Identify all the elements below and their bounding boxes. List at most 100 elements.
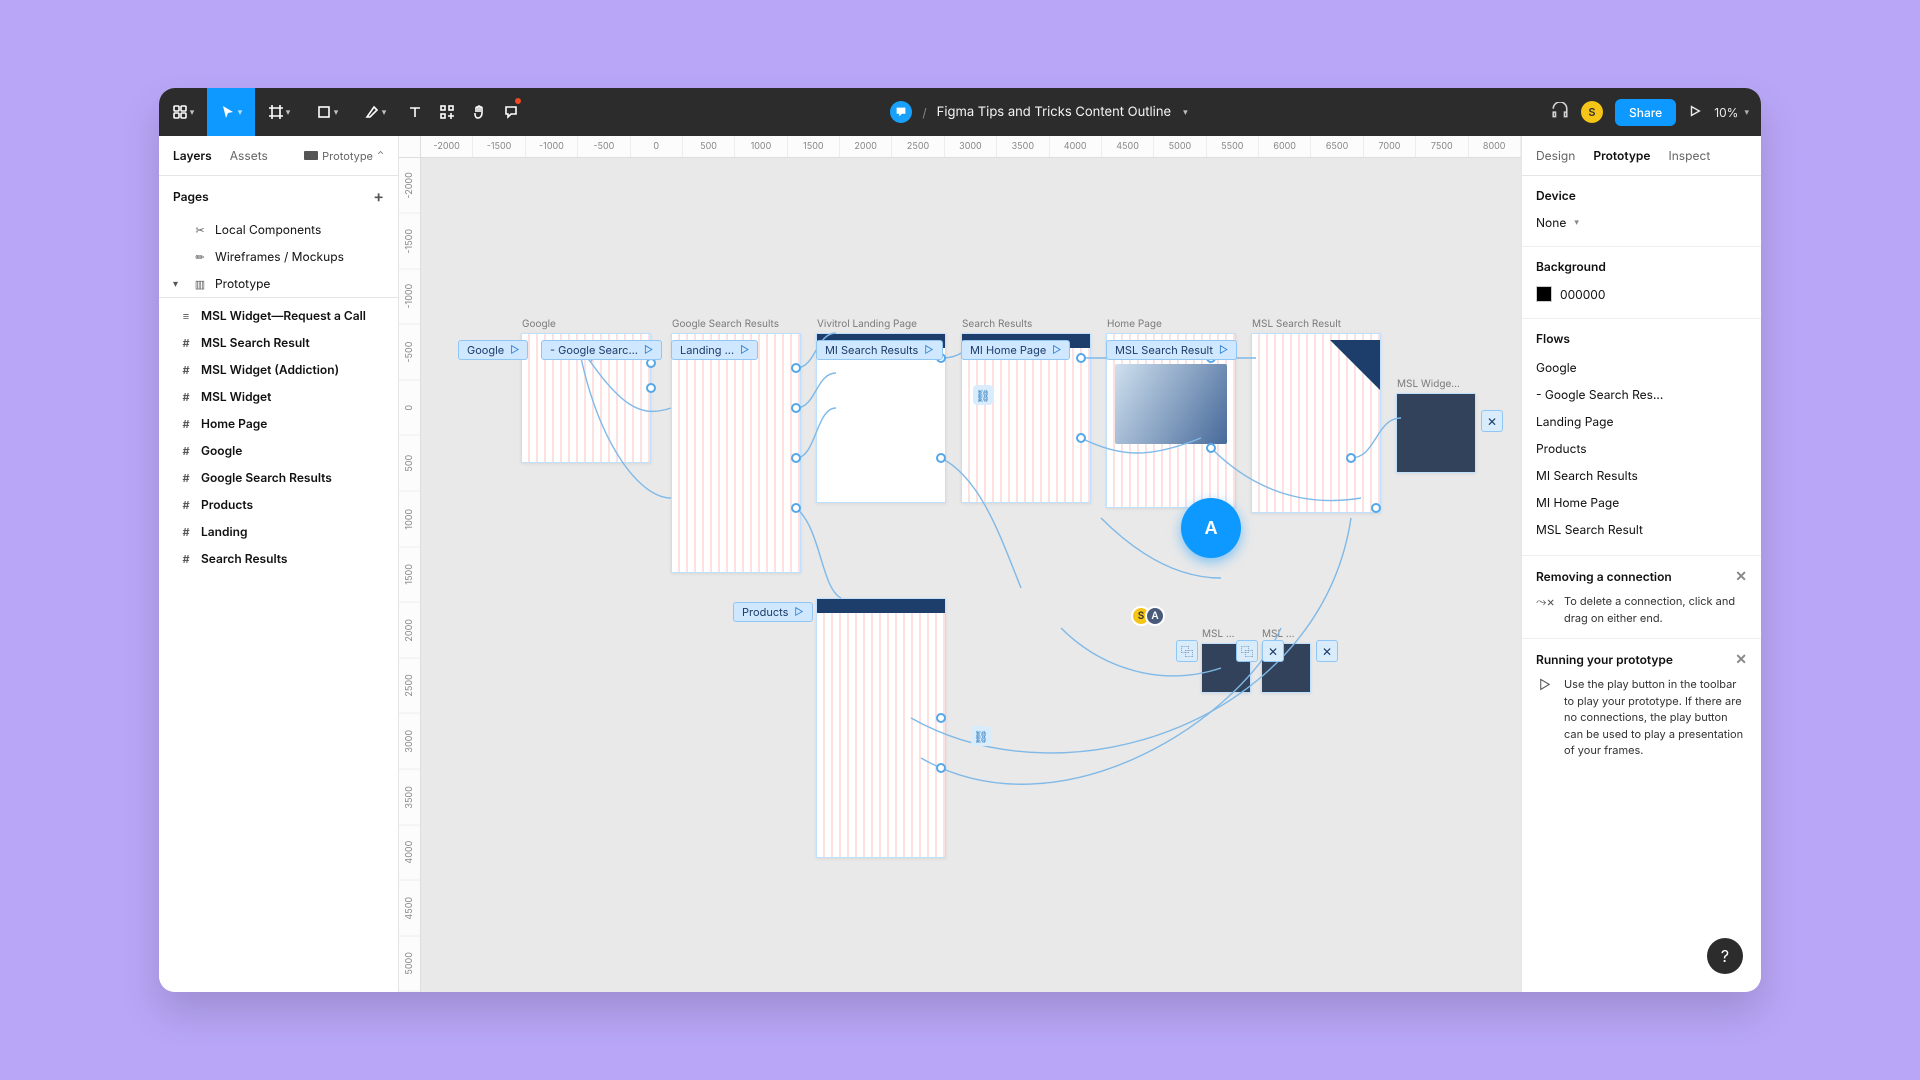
- tab-assets[interactable]: Assets: [230, 148, 268, 163]
- top-toolbar: ▾ ▾ ▾ ▾ ▾: [159, 88, 1761, 136]
- play-icon: ▷: [740, 344, 749, 356]
- play-icon: ▷: [1052, 344, 1061, 356]
- flow-start-google[interactable]: Google▷: [458, 340, 528, 360]
- layer-item[interactable]: #MSL Search Result: [159, 329, 398, 356]
- frame-icon: #: [179, 444, 193, 458]
- canvas-area[interactable]: -2000-1500-1000-500050010001500200025003…: [399, 136, 1521, 992]
- connection-node[interactable]: [936, 713, 946, 723]
- page-item-selected[interactable]: ▾ ▥ Prototype: [159, 270, 398, 297]
- connection-node[interactable]: [791, 403, 801, 413]
- frame-icon: #: [179, 552, 193, 566]
- play-icon: ▷: [794, 606, 803, 618]
- connection-node[interactable]: [1076, 433, 1086, 443]
- connection-node[interactable]: [646, 383, 656, 393]
- link-badge-icon[interactable]: ⛓: [971, 726, 991, 746]
- drag-icon: ⤳×: [1536, 593, 1554, 626]
- add-page-button[interactable]: +: [373, 186, 384, 206]
- flow-item[interactable]: MSL Search Result: [1536, 516, 1747, 543]
- comment-tool-button[interactable]: [495, 88, 527, 136]
- page-item[interactable]: ✏ Wireframes / Mockups: [159, 243, 398, 270]
- zoom-control[interactable]: 10% ▾: [1714, 105, 1749, 120]
- team-icon[interactable]: [890, 101, 912, 123]
- flow-start-misr[interactable]: MI Search Results▷: [816, 340, 943, 360]
- flow-item[interactable]: - Google Search Res...: [1536, 381, 1747, 408]
- resources-tool-button[interactable]: [431, 88, 463, 136]
- flow-item[interactable]: Landing Page: [1536, 408, 1747, 435]
- close-tip-button[interactable]: ✕: [1735, 651, 1747, 668]
- connection-node[interactable]: [1371, 503, 1381, 513]
- page-item-label: Prototype: [215, 276, 270, 291]
- pencil-icon: ✏: [193, 250, 207, 264]
- flow-start-products[interactable]: Products▷: [733, 602, 813, 622]
- layer-item[interactable]: #MSL Widget (Addiction): [159, 356, 398, 383]
- connection-node[interactable]: [791, 453, 801, 463]
- close-button[interactable]: ✕: [1481, 410, 1503, 432]
- tab-prototype[interactable]: Prototype: [1593, 148, 1650, 163]
- close-button[interactable]: ✕: [1316, 640, 1338, 662]
- shape-tool-button[interactable]: ▾: [303, 88, 351, 136]
- selection-toolbar: ⿻ ✕: [1236, 640, 1284, 662]
- connection-node[interactable]: [791, 363, 801, 373]
- selection-toolbar: ⿻: [1176, 640, 1198, 662]
- background-color-picker[interactable]: 000000: [1536, 282, 1747, 306]
- scissors-icon: ✂: [193, 223, 207, 237]
- close-button[interactable]: ✕: [1262, 640, 1284, 662]
- connection-node[interactable]: [1076, 353, 1086, 363]
- connection-node[interactable]: [936, 763, 946, 773]
- prototype-page-icon: [304, 151, 318, 160]
- flow-start-mslsr[interactable]: MSL Search Result▷: [1106, 340, 1237, 360]
- color-swatch: [1536, 286, 1552, 302]
- chevron-down-icon[interactable]: ▾: [1183, 107, 1188, 118]
- connection-node[interactable]: [1206, 443, 1216, 453]
- move-tool-button[interactable]: ▾: [207, 88, 255, 136]
- flow-item[interactable]: Products: [1536, 435, 1747, 462]
- connection-node[interactable]: [791, 503, 801, 513]
- flow-item[interactable]: Google: [1536, 354, 1747, 381]
- play-icon: ▷: [1536, 676, 1554, 759]
- figma-menu-button[interactable]: ▾: [159, 88, 207, 136]
- frame-tool-button[interactable]: ▾: [255, 88, 303, 136]
- layer-item[interactable]: #Google Search Results: [159, 464, 398, 491]
- copy-button[interactable]: ⿻: [1236, 640, 1258, 662]
- layer-item[interactable]: #Google: [159, 437, 398, 464]
- layer-item[interactable]: # Search Results: [159, 545, 398, 572]
- tab-design[interactable]: Design: [1536, 148, 1575, 163]
- link-badge-icon[interactable]: ⛓: [973, 385, 993, 405]
- flow-start-mihome[interactable]: MI Home Page▷: [961, 340, 1070, 360]
- file-title[interactable]: Figma Tips and Tricks Content Outline: [937, 104, 1171, 120]
- flow-start-gsearch[interactable]: - Google Searc...▷: [541, 340, 662, 360]
- flow-start-landing[interactable]: Landing ...▷: [671, 340, 758, 360]
- tab-inspect[interactable]: Inspect: [1668, 148, 1710, 163]
- close-tip-button[interactable]: ✕: [1735, 568, 1747, 585]
- page-switcher[interactable]: Prototype ⌃: [304, 149, 384, 163]
- layer-label: Search Results: [201, 551, 288, 566]
- layer-item[interactable]: #MSL Widget: [159, 383, 398, 410]
- frame-icon: #: [179, 390, 193, 404]
- pen-tool-button[interactable]: ▾: [351, 88, 399, 136]
- section-title: Device: [1536, 188, 1747, 203]
- color-value: 000000: [1560, 287, 1605, 302]
- layer-item[interactable]: #Products: [159, 491, 398, 518]
- flow-item[interactable]: MI Search Results: [1536, 462, 1747, 489]
- present-button[interactable]: [1688, 104, 1702, 121]
- text-tool-button[interactable]: [399, 88, 431, 136]
- connection-node[interactable]: [936, 453, 946, 463]
- device-select[interactable]: None ▾: [1536, 211, 1747, 234]
- tip-body-text: To delete a connection, click and drag o…: [1564, 593, 1747, 626]
- chevron-down-icon: ▾: [173, 278, 178, 290]
- share-button[interactable]: Share: [1615, 99, 1676, 126]
- page-item[interactable]: ✂ Local Components: [159, 216, 398, 243]
- user-avatar[interactable]: S: [1581, 101, 1603, 123]
- layer-item[interactable]: ≡MSL Widget—Request a Call: [159, 302, 398, 329]
- canvas[interactable]: Google Google Google▷ - Google Searc...▷…: [421, 158, 1521, 992]
- layer-item[interactable]: #Landing: [159, 518, 398, 545]
- flow-item[interactable]: MI Home Page: [1536, 489, 1747, 516]
- layer-item[interactable]: #Home Page: [159, 410, 398, 437]
- hand-tool-button[interactable]: [463, 88, 495, 136]
- audio-icon[interactable]: [1551, 102, 1569, 123]
- connection-node[interactable]: [1346, 453, 1356, 463]
- pages-header-label: Pages: [173, 189, 209, 204]
- tab-layers[interactable]: Layers: [173, 148, 212, 163]
- help-button[interactable]: ?: [1707, 938, 1743, 974]
- copy-button[interactable]: ⿻: [1176, 640, 1198, 662]
